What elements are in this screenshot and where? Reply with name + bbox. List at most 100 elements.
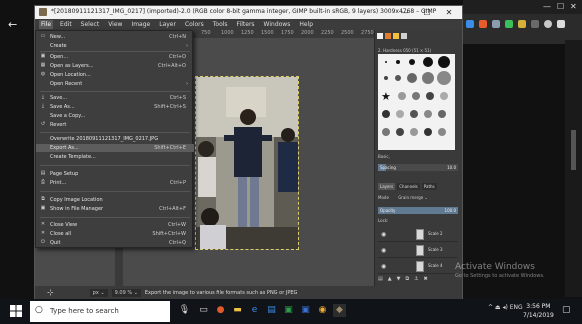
- microphone-icon[interactable]: 🎙: [178, 304, 191, 317]
- dock-tab-icon[interactable]: [401, 33, 407, 39]
- menu-icon[interactable]: [557, 20, 565, 28]
- dock-tab-icon[interactable]: [377, 33, 383, 39]
- tab-layers[interactable]: Layers: [378, 183, 396, 190]
- image-photo[interactable]: [195, 76, 299, 250]
- menu-item-open[interactable]: ▣ Open... Ctrl+O: [36, 53, 194, 61]
- task-view-icon[interactable]: ▭: [197, 304, 210, 317]
- close-icon[interactable]: ✕: [570, 2, 577, 11]
- menu-item-open-as-layers[interactable]: ▦ Open as Layers... Ctrl+Alt+O: [36, 62, 194, 70]
- menu-item-save-copy[interactable]: Save a Copy...: [36, 112, 194, 120]
- menu-item-quit[interactable]: ⏻ Quit Ctrl+Q: [36, 239, 194, 247]
- notification-icon[interactable]: ▢: [562, 305, 571, 315]
- menu-help[interactable]: Help: [297, 20, 315, 29]
- maximize-button[interactable]: ☐: [419, 7, 435, 18]
- menu-item-create-template[interactable]: Create Template...: [36, 153, 194, 161]
- extension-icon[interactable]: [479, 20, 487, 28]
- menu-item-close-all[interactable]: ✕ Close all Shift+Ctrl+W: [36, 230, 194, 238]
- minimize-icon[interactable]: —: [543, 2, 551, 11]
- menu-item-label: Show in File Manager: [50, 206, 104, 212]
- extension-icon[interactable]: [505, 20, 513, 28]
- menu-item-page-setup[interactable]: ▤ Page Setup: [36, 170, 194, 178]
- menu-item-show-in-file-manager[interactable]: ▣ Show in File Manager Ctrl+Alt+F: [36, 205, 194, 213]
- dock-tab-icon[interactable]: [385, 33, 391, 39]
- menu-select[interactable]: Select: [79, 20, 102, 29]
- chrome-icon[interactable]: ◉: [316, 304, 329, 317]
- gimp-taskbar-icon[interactable]: ◆: [333, 304, 346, 317]
- extension-icon[interactable]: [466, 20, 474, 28]
- spacing-slider[interactable]: Spacing 10.0: [378, 164, 458, 171]
- menu-separator: [40, 91, 190, 92]
- eye-icon[interactable]: ◉: [381, 263, 386, 270]
- menu-tools[interactable]: Tools: [211, 20, 230, 29]
- menu-item-overwrite[interactable]: Overwrite 20180911121317_IMG_0217.JPG: [36, 135, 194, 143]
- layer-row[interactable]: ◉ Scale 3: [378, 243, 458, 258]
- layer-row[interactable]: ◉ Scale 2: [378, 227, 458, 242]
- tab-channels[interactable]: Channels: [397, 183, 420, 190]
- menu-item-save[interactable]: ⤓ Save... Ctrl+S: [36, 94, 194, 102]
- menu-file[interactable]: File: [39, 20, 54, 29]
- clock[interactable]: 3:56 PM 7/14/2019: [523, 302, 554, 320]
- menu-layer[interactable]: Layer: [157, 20, 178, 29]
- word-icon[interactable]: ▣: [299, 304, 312, 317]
- menu-edit[interactable]: Edit: [58, 20, 74, 29]
- submenu-arrow-icon: ›: [186, 81, 188, 87]
- menu-colors[interactable]: Colors: [183, 20, 206, 29]
- scrollbar-thumb[interactable]: [571, 130, 576, 170]
- excel-icon[interactable]: ▣: [282, 304, 295, 317]
- maximize-icon[interactable]: ☐: [557, 2, 564, 11]
- close-button[interactable]: ✕: [441, 7, 457, 18]
- menu-item-label: Quit: [50, 240, 61, 246]
- page-scrollbar[interactable]: [565, 40, 582, 297]
- duplicate-layer-icon[interactable]: ⧉: [405, 276, 409, 282]
- firefox-icon[interactable]: ●: [214, 304, 227, 317]
- taskbar-search-box[interactable]: ○ Type here to search: [30, 301, 170, 322]
- lower-layer-icon[interactable]: ▼: [397, 276, 401, 282]
- menu-item-print[interactable]: ⎙ Print... Ctrl+P: [36, 179, 194, 187]
- new-layer-icon[interactable]: ▤: [378, 276, 383, 282]
- menu-item-new[interactable]: ▭ New... Ctrl+N: [36, 33, 194, 41]
- menu-windows[interactable]: Windows: [262, 20, 293, 29]
- dock-tab-icon[interactable]: [393, 33, 399, 39]
- spacing-label: Spacing: [380, 165, 396, 170]
- zoom-select[interactable]: 9.09 % ⌄: [111, 288, 141, 297]
- globe-icon: ◍: [40, 71, 46, 77]
- menu-item-save-as[interactable]: ⤓ Save As... Shift+Ctrl+S: [36, 103, 194, 111]
- pointer-icon[interactable]: ⊹: [47, 288, 54, 297]
- menu-item-export-as[interactable]: Export As... Shift+Ctrl+E: [36, 144, 194, 152]
- page-setup-icon: ▤: [40, 170, 46, 176]
- layer-row[interactable]: ◉ Scale 4: [378, 259, 458, 274]
- menu-item-revert[interactable]: ↺ Revert: [36, 121, 194, 129]
- menu-image[interactable]: Image: [129, 20, 152, 29]
- menu-view[interactable]: View: [106, 20, 124, 29]
- brush-grid[interactable]: ★: [378, 54, 455, 150]
- opacity-slider[interactable]: Opacity 100.0: [378, 207, 458, 214]
- edge-icon[interactable]: e: [248, 304, 261, 317]
- eye-icon[interactable]: ◉: [381, 247, 386, 254]
- windows-start-icon[interactable]: [10, 305, 22, 317]
- tab-paths[interactable]: Paths: [421, 183, 437, 190]
- menu-separator: [40, 165, 190, 166]
- menu-item-close-view[interactable]: ✕ Close View Ctrl+W: [36, 221, 194, 229]
- menu-item-open-recent[interactable]: Open Recent ›: [36, 80, 194, 88]
- store-icon[interactable]: ▤: [265, 304, 278, 317]
- lock-row: Lock:: [378, 217, 458, 225]
- menu-item-create[interactable]: Create ›: [36, 42, 194, 50]
- copy-icon: ⧉: [41, 196, 45, 202]
- unit-select[interactable]: px ⌄: [89, 288, 108, 297]
- minimize-button[interactable]: —: [397, 7, 413, 18]
- menu-item-open-location[interactable]: ◍ Open Location...: [36, 71, 194, 79]
- anchor-icon[interactable]: ⚓: [414, 276, 418, 282]
- raise-layer-icon[interactable]: ▲: [388, 276, 392, 282]
- profile-icon[interactable]: [544, 20, 552, 28]
- menu-filters[interactable]: Filters: [235, 20, 257, 29]
- system-tray[interactable]: ^ ⏏ ◂) ENG: [488, 304, 523, 311]
- file-explorer-icon[interactable]: ▬: [231, 304, 244, 317]
- mode-select[interactable]: Grain merge ⌄: [398, 195, 428, 200]
- eye-icon[interactable]: ◉: [381, 231, 386, 238]
- extension-icon[interactable]: [531, 20, 539, 28]
- extension-icon[interactable]: [492, 20, 500, 28]
- back-arrow-icon[interactable]: ←: [8, 18, 17, 31]
- menu-item-copy-location[interactable]: ⧉ Copy Image Location: [36, 196, 194, 204]
- extension-icon[interactable]: [518, 20, 526, 28]
- delete-layer-icon[interactable]: ✖: [424, 276, 428, 282]
